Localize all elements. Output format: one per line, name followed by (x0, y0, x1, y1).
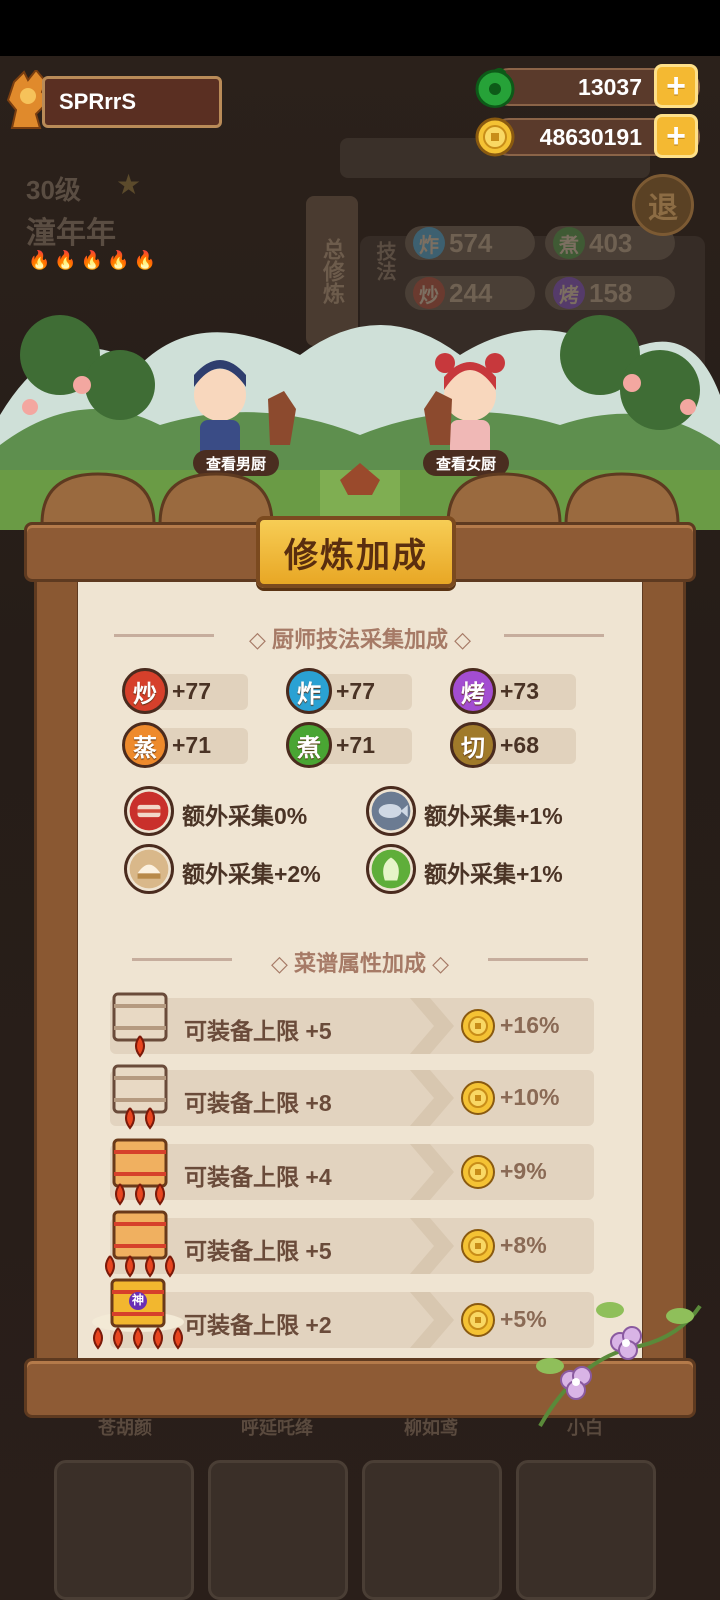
bottom-name-3: 柳如鸢 (404, 1418, 458, 1438)
recipe-row: 可装备上限 +5 +16% (110, 998, 594, 1054)
add-coins-button[interactable]: + (654, 114, 698, 158)
jade-icon (475, 67, 515, 108)
stirfry-icon: 炒 (122, 668, 168, 714)
recipe-row: 可装备上限 +8 +10% (110, 1070, 594, 1126)
bottom-name-2: 呼延吒绛 (241, 1418, 313, 1438)
coin-icon (461, 1081, 495, 1115)
skills-label: 技法 (373, 241, 395, 281)
extra-collect-vegetable: 额外采集+1% (366, 844, 596, 894)
recipe-scroll-4-flame-icon (105, 1210, 175, 1278)
coin-icon (461, 1229, 495, 1263)
section-skill-collect-title: ◇ 厨师技法采集加成 ◇ (248, 627, 472, 652)
stat-deepfry: 炸 +77 (286, 668, 412, 714)
stat-steam: 蒸 +71 (122, 722, 248, 768)
chef-name: 潼年年 (26, 217, 116, 250)
recipe-row: 可装备上限 +5 +8% (110, 1218, 594, 1274)
add-jade-button[interactable]: + (654, 64, 698, 108)
extra-collect-flour: 额外采集+2% (124, 844, 354, 894)
coin-icon (475, 117, 515, 157)
stat-stirfry: 炒 +77 (122, 668, 248, 714)
recipe-row: 可装备上限 +4 +9% (110, 1144, 594, 1200)
deepfry-icon: 炸 (286, 668, 332, 714)
cut-icon: 切 (450, 722, 496, 768)
section-recipe-attr-title: ◇ 菜谱属性加成 ◇ (270, 951, 450, 976)
boil-icon: 煮 (286, 722, 332, 768)
status-bar (0, 0, 720, 56)
bottom-name-4: 小白 (567, 1418, 603, 1438)
vegetable-icon (366, 844, 416, 894)
coin-icon (461, 1303, 495, 1337)
player-name[interactable]: SPRrrS (42, 76, 222, 128)
fish-icon (366, 786, 416, 836)
steam-icon: 蒸 (122, 722, 168, 768)
divine-badge: 神 (131, 1293, 144, 1307)
flame-rating-icon: 🔥🔥🔥🔥🔥 (28, 250, 161, 270)
recipe-scroll-5-flame-icon (92, 1278, 184, 1350)
coin-icon (461, 1009, 495, 1043)
flour-icon (124, 844, 174, 894)
skill-chip-fry: 炸 574 (405, 226, 535, 260)
stat-boil: 煮 +71 (286, 722, 412, 768)
star-icon: ★ (116, 169, 142, 200)
chef-card[interactable] (208, 1460, 348, 1600)
chef-level: 30级 (26, 175, 81, 205)
recipe-scroll-1-flame-icon (112, 992, 168, 1058)
meat-icon (124, 786, 174, 836)
return-button[interactable]: 退 (632, 174, 694, 236)
chef-card[interactable] (362, 1460, 502, 1600)
roast-icon: 烤 (450, 668, 496, 714)
extra-collect-fish: 额外采集+1% (366, 786, 596, 836)
recipe-scroll-2-flame-icon (112, 1064, 168, 1130)
recipe-scroll-3-flame-icon (112, 1138, 168, 1206)
extra-collect-meat: 额外采集0% (124, 786, 354, 836)
stat-roast: 烤 +73 (450, 668, 576, 714)
stat-cut: 切 +68 (450, 722, 576, 768)
chef-card[interactable] (516, 1460, 656, 1600)
bottom-name-1: 苍胡颜 (98, 1418, 152, 1438)
chef-card[interactable] (54, 1460, 194, 1600)
coin-icon (461, 1155, 495, 1189)
panel-title: 修炼加成 (256, 516, 456, 588)
